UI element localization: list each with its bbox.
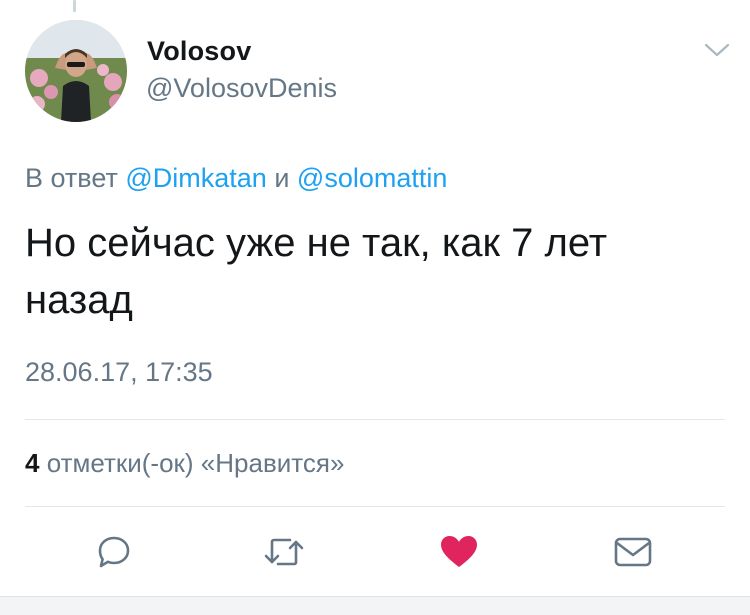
retweet-icon xyxy=(264,538,304,566)
bottom-tab-bar xyxy=(0,596,750,615)
reply-icon xyxy=(98,536,130,568)
author-handle[interactable]: @VolosovDenis xyxy=(146,73,337,104)
divider xyxy=(25,506,725,507)
direct-message-button[interactable] xyxy=(608,530,658,574)
tweet-text: Но сейчас уже не так, как 7 лет назад xyxy=(25,221,608,322)
mention-link-2[interactable]: @solomattin xyxy=(297,163,447,193)
tweet-timestamp: 28.06.17, 17:35 xyxy=(25,357,213,387)
likes-count: 4 xyxy=(25,448,40,478)
thread-connector-line xyxy=(73,0,76,12)
action-bar xyxy=(0,520,750,584)
retweet-button[interactable] xyxy=(259,530,309,574)
reply-prefix: В ответ xyxy=(25,163,118,193)
reply-context: В ответ @Dimkatan и @solomattin xyxy=(25,163,447,194)
heart-icon xyxy=(441,536,477,567)
avatar-photo xyxy=(25,20,127,122)
envelope-icon xyxy=(614,537,652,567)
likes-label: отметки(-ок) «Нравится» xyxy=(46,448,345,478)
avatar[interactable] xyxy=(25,20,127,122)
chevron-down-icon[interactable] xyxy=(703,40,731,60)
likes-summary[interactable]: 4 отметки(-ок) «Нравится» xyxy=(25,448,344,479)
author-name[interactable]: Volosov xyxy=(147,36,251,67)
like-button[interactable] xyxy=(434,530,484,574)
reply-conjunction: и xyxy=(274,163,290,193)
mention-link-1[interactable]: @Dimkatan xyxy=(125,163,266,193)
reply-button[interactable] xyxy=(89,530,139,574)
divider xyxy=(25,419,725,420)
